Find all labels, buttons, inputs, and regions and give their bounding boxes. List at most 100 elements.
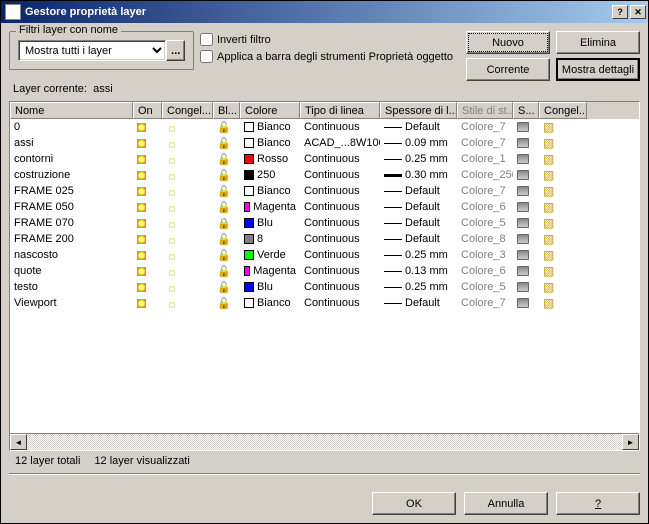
plot-cell[interactable] xyxy=(513,279,539,295)
titlebar[interactable]: Gestore proprietà layer ? ✕ xyxy=(1,1,648,23)
lock-cell[interactable]: 🔓 xyxy=(213,263,240,279)
plot-cell[interactable] xyxy=(513,231,539,247)
on-cell[interactable] xyxy=(133,247,162,263)
on-cell[interactable] xyxy=(133,199,162,215)
lock-cell[interactable]: 🔓 xyxy=(213,231,240,247)
lock-cell[interactable]: 🔓 xyxy=(213,167,240,183)
color-cell[interactable]: Blu xyxy=(240,279,300,295)
plot-cell[interactable] xyxy=(513,183,539,199)
layer-row[interactable]: FRAME 050☼🔓MagentaContinuousDefaultColor… xyxy=(10,199,639,215)
column-header[interactable]: Stile di st... xyxy=(457,102,513,119)
plot-cell[interactable] xyxy=(513,263,539,279)
lock-cell[interactable]: 🔒 xyxy=(213,215,240,231)
plot-cell[interactable] xyxy=(513,215,539,231)
filter-combo[interactable]: Mostra tutti i layer xyxy=(18,40,166,61)
linetype-cell[interactable]: Continuous xyxy=(300,183,380,199)
freeze-cell[interactable]: ☼ xyxy=(162,199,213,215)
plot-cell[interactable] xyxy=(513,167,539,183)
layer-row[interactable]: FRAME 025☼🔓BiancoContinuousDefaultColore… xyxy=(10,183,639,199)
lineweight-cell[interactable]: Default xyxy=(380,183,457,199)
plot-cell[interactable] xyxy=(513,247,539,263)
color-cell[interactable]: 250 xyxy=(240,167,300,183)
close-button[interactable]: ✕ xyxy=(630,5,646,19)
cancel-button[interactable]: Annulla xyxy=(464,492,548,515)
freeze-vp-cell[interactable]: ▧ xyxy=(539,151,587,167)
color-cell[interactable]: Blu xyxy=(240,215,300,231)
column-header[interactable]: Congel... xyxy=(539,102,587,119)
layer-row[interactable]: 0☼🔓BiancoContinuousDefaultColore_7▧ xyxy=(10,119,639,135)
help-dialog-button[interactable]: ? xyxy=(556,492,640,515)
layer-row[interactable]: quote☼🔓MagentaContinuous0.13 mmColore_6▧ xyxy=(10,263,639,279)
linetype-cell[interactable]: Continuous xyxy=(300,279,380,295)
freeze-vp-cell[interactable]: ▧ xyxy=(539,231,587,247)
scroll-left-button[interactable]: ◄ xyxy=(10,434,27,450)
freeze-cell[interactable]: ☼ xyxy=(162,183,213,199)
lock-cell[interactable]: 🔓 xyxy=(213,119,240,135)
color-cell[interactable]: Magenta xyxy=(240,263,300,279)
linetype-cell[interactable]: ACAD_...8W100 xyxy=(300,135,380,151)
on-cell[interactable] xyxy=(133,215,162,231)
plot-cell[interactable] xyxy=(513,135,539,151)
freeze-cell[interactable]: ☼ xyxy=(162,231,213,247)
lineweight-cell[interactable]: Default xyxy=(380,199,457,215)
lineweight-cell[interactable]: Default xyxy=(380,215,457,231)
color-cell[interactable]: Bianco xyxy=(240,119,300,135)
on-cell[interactable] xyxy=(133,279,162,295)
color-cell[interactable]: Rosso xyxy=(240,151,300,167)
linetype-cell[interactable]: Continuous xyxy=(300,263,380,279)
on-cell[interactable] xyxy=(133,119,162,135)
layer-row[interactable]: assi☼🔓BiancoACAD_...8W1000.09 mmColore_7… xyxy=(10,135,639,151)
color-cell[interactable]: Bianco xyxy=(240,295,300,311)
lock-cell[interactable]: 🔓 xyxy=(213,183,240,199)
color-cell[interactable]: Bianco xyxy=(240,135,300,151)
linetype-cell[interactable]: Continuous xyxy=(300,119,380,135)
freeze-vp-cell[interactable]: ▧ xyxy=(539,215,587,231)
lock-cell[interactable]: 🔓 xyxy=(213,135,240,151)
layer-row[interactable]: Viewport☼🔓BiancoContinuousDefaultColore_… xyxy=(10,295,639,311)
linetype-cell[interactable]: Continuous xyxy=(300,199,380,215)
lineweight-cell[interactable]: Default xyxy=(380,295,457,311)
freeze-cell[interactable]: ☼ xyxy=(162,135,213,151)
lineweight-cell[interactable]: 0.25 mm xyxy=(380,151,457,167)
linetype-cell[interactable]: Continuous xyxy=(300,151,380,167)
freeze-vp-cell[interactable]: ▧ xyxy=(539,295,587,311)
filter-browse-button[interactable]: ... xyxy=(166,40,185,61)
lock-cell[interactable]: 🔓 xyxy=(213,151,240,167)
lock-cell[interactable]: 🔓 xyxy=(213,199,240,215)
column-header[interactable]: Nome xyxy=(10,102,133,119)
lineweight-cell[interactable]: Default xyxy=(380,119,457,135)
help-button[interactable]: ? xyxy=(612,5,628,19)
freeze-cell[interactable]: ☼ xyxy=(162,263,213,279)
current-button[interactable]: Corrente xyxy=(466,58,550,81)
column-header[interactable]: Bl... xyxy=(213,102,240,119)
lineweight-cell[interactable]: 0.25 mm xyxy=(380,247,457,263)
lineweight-cell[interactable]: 0.13 mm xyxy=(380,263,457,279)
freeze-vp-cell[interactable]: ▧ xyxy=(539,183,587,199)
on-cell[interactable] xyxy=(133,151,162,167)
freeze-cell[interactable]: ☼ xyxy=(162,215,213,231)
color-cell[interactable]: 8 xyxy=(240,231,300,247)
freeze-cell[interactable]: ☼ xyxy=(162,167,213,183)
lock-cell[interactable]: 🔓 xyxy=(213,279,240,295)
freeze-vp-cell[interactable]: ▧ xyxy=(539,119,587,135)
lock-cell[interactable]: 🔓 xyxy=(213,295,240,311)
column-header[interactable]: On xyxy=(133,102,162,119)
new-button[interactable]: Nuovo xyxy=(466,31,550,54)
plot-cell[interactable] xyxy=(513,295,539,311)
on-cell[interactable] xyxy=(133,167,162,183)
linetype-cell[interactable]: Continuous xyxy=(300,295,380,311)
color-cell[interactable]: Bianco xyxy=(240,183,300,199)
color-cell[interactable]: Magenta xyxy=(240,199,300,215)
lineweight-cell[interactable]: 0.09 mm xyxy=(380,135,457,151)
lineweight-cell[interactable]: 0.25 mm xyxy=(380,279,457,295)
freeze-vp-cell[interactable]: ▧ xyxy=(539,263,587,279)
freeze-vp-cell[interactable]: ▧ xyxy=(539,279,587,295)
column-header[interactable]: Spessore di l... xyxy=(380,102,457,119)
layer-row[interactable]: costruzione☼🔓250Continuous0.30 mmColore_… xyxy=(10,167,639,183)
scroll-right-button[interactable]: ► xyxy=(622,434,639,450)
layer-row[interactable]: nascosto☼🔓VerdeContinuous0.25 mmColore_3… xyxy=(10,247,639,263)
freeze-vp-cell[interactable]: ▧ xyxy=(539,199,587,215)
on-cell[interactable] xyxy=(133,263,162,279)
apply-toolbar-check[interactable]: Applica a barra degli strumenti Propriet… xyxy=(200,50,460,63)
delete-button[interactable]: Elimina xyxy=(556,31,640,54)
